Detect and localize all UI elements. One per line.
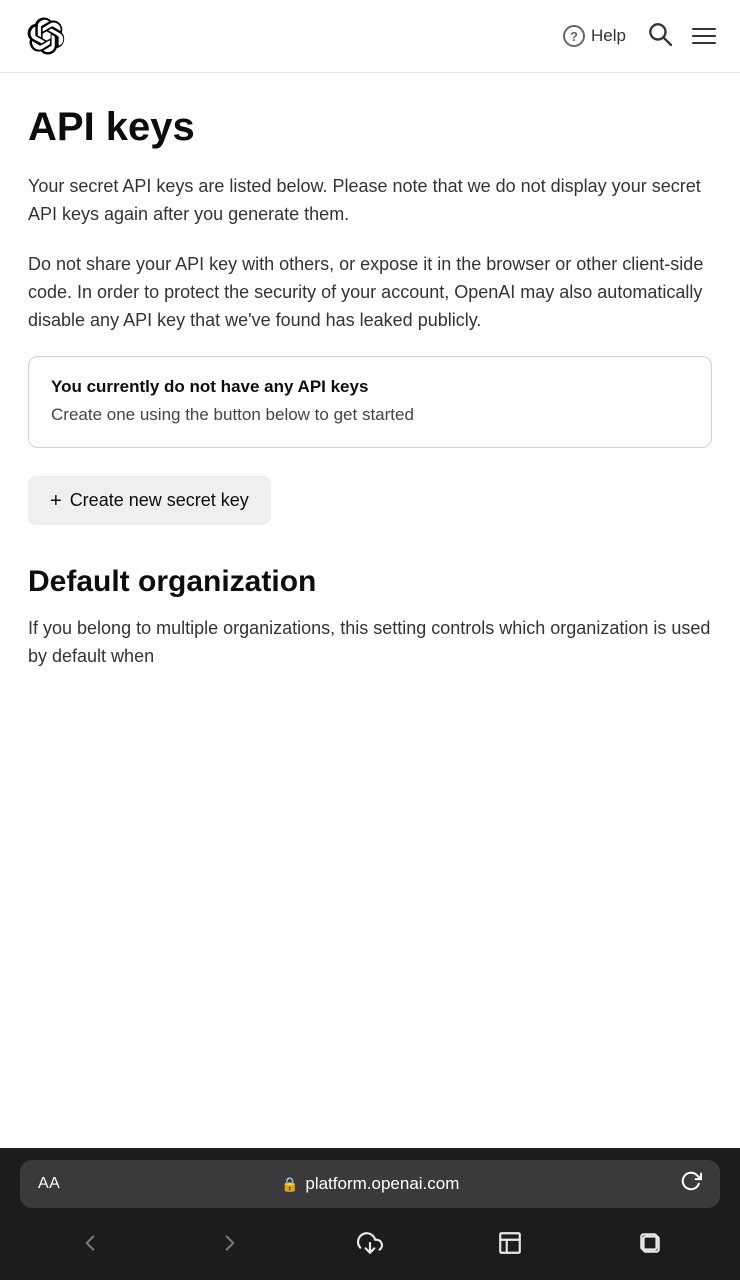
browser-url-center: 🔒 platform.openai.com bbox=[281, 1174, 459, 1194]
browser-reload-button[interactable] bbox=[680, 1170, 702, 1198]
browser-tabs-button[interactable] bbox=[627, 1224, 673, 1268]
browser-url-left: AA bbox=[38, 1175, 60, 1193]
description-text-2: Do not share your API key with others, o… bbox=[28, 251, 712, 335]
openai-logo[interactable] bbox=[24, 14, 68, 58]
create-button-label: Create new secret key bbox=[70, 490, 249, 511]
browser-bookmarks-button[interactable] bbox=[487, 1224, 533, 1268]
hamburger-line-3 bbox=[692, 42, 716, 44]
header-right: ? Help bbox=[563, 20, 716, 52]
hamburger-line-2 bbox=[692, 35, 716, 37]
header: ? Help bbox=[0, 0, 740, 73]
page-title: API keys bbox=[28, 105, 712, 149]
browser-nav-row bbox=[20, 1218, 720, 1280]
main-content: API keys Your secret API keys are listed… bbox=[0, 73, 740, 1148]
browser-back-button[interactable] bbox=[67, 1224, 113, 1268]
description-block-1: Your secret API keys are listed below. P… bbox=[28, 173, 712, 229]
browser-url-text[interactable]: platform.openai.com bbox=[305, 1174, 459, 1194]
search-icon[interactable] bbox=[646, 20, 672, 52]
browser-url-bar[interactable]: AA 🔒 platform.openai.com bbox=[20, 1160, 720, 1208]
info-box: You currently do not have any API keys C… bbox=[28, 356, 712, 448]
help-button[interactable]: ? Help bbox=[563, 25, 626, 47]
browser-bar: AA 🔒 platform.openai.com bbox=[0, 1148, 740, 1280]
browser-share-button[interactable] bbox=[347, 1224, 393, 1268]
browser-forward-button[interactable] bbox=[207, 1224, 253, 1268]
create-secret-key-button[interactable]: + Create new secret key bbox=[28, 476, 271, 525]
hamburger-line-1 bbox=[692, 28, 716, 30]
info-box-subtitle: Create one using the button below to get… bbox=[51, 403, 689, 427]
default-org-title: Default organization bbox=[28, 565, 712, 599]
info-box-title: You currently do not have any API keys bbox=[51, 377, 689, 397]
create-plus-icon: + bbox=[50, 491, 62, 511]
menu-icon[interactable] bbox=[692, 28, 716, 44]
help-circle-icon: ? bbox=[563, 25, 585, 47]
browser-aa-label[interactable]: AA bbox=[38, 1175, 60, 1193]
lock-icon: 🔒 bbox=[281, 1176, 298, 1193]
default-org-text: If you belong to multiple organizations,… bbox=[28, 615, 712, 671]
description-text-1: Your secret API keys are listed below. P… bbox=[28, 173, 712, 229]
openai-logo-svg bbox=[27, 17, 65, 55]
description-block-2: Do not share your API key with others, o… bbox=[28, 251, 712, 335]
help-label: Help bbox=[591, 26, 626, 46]
